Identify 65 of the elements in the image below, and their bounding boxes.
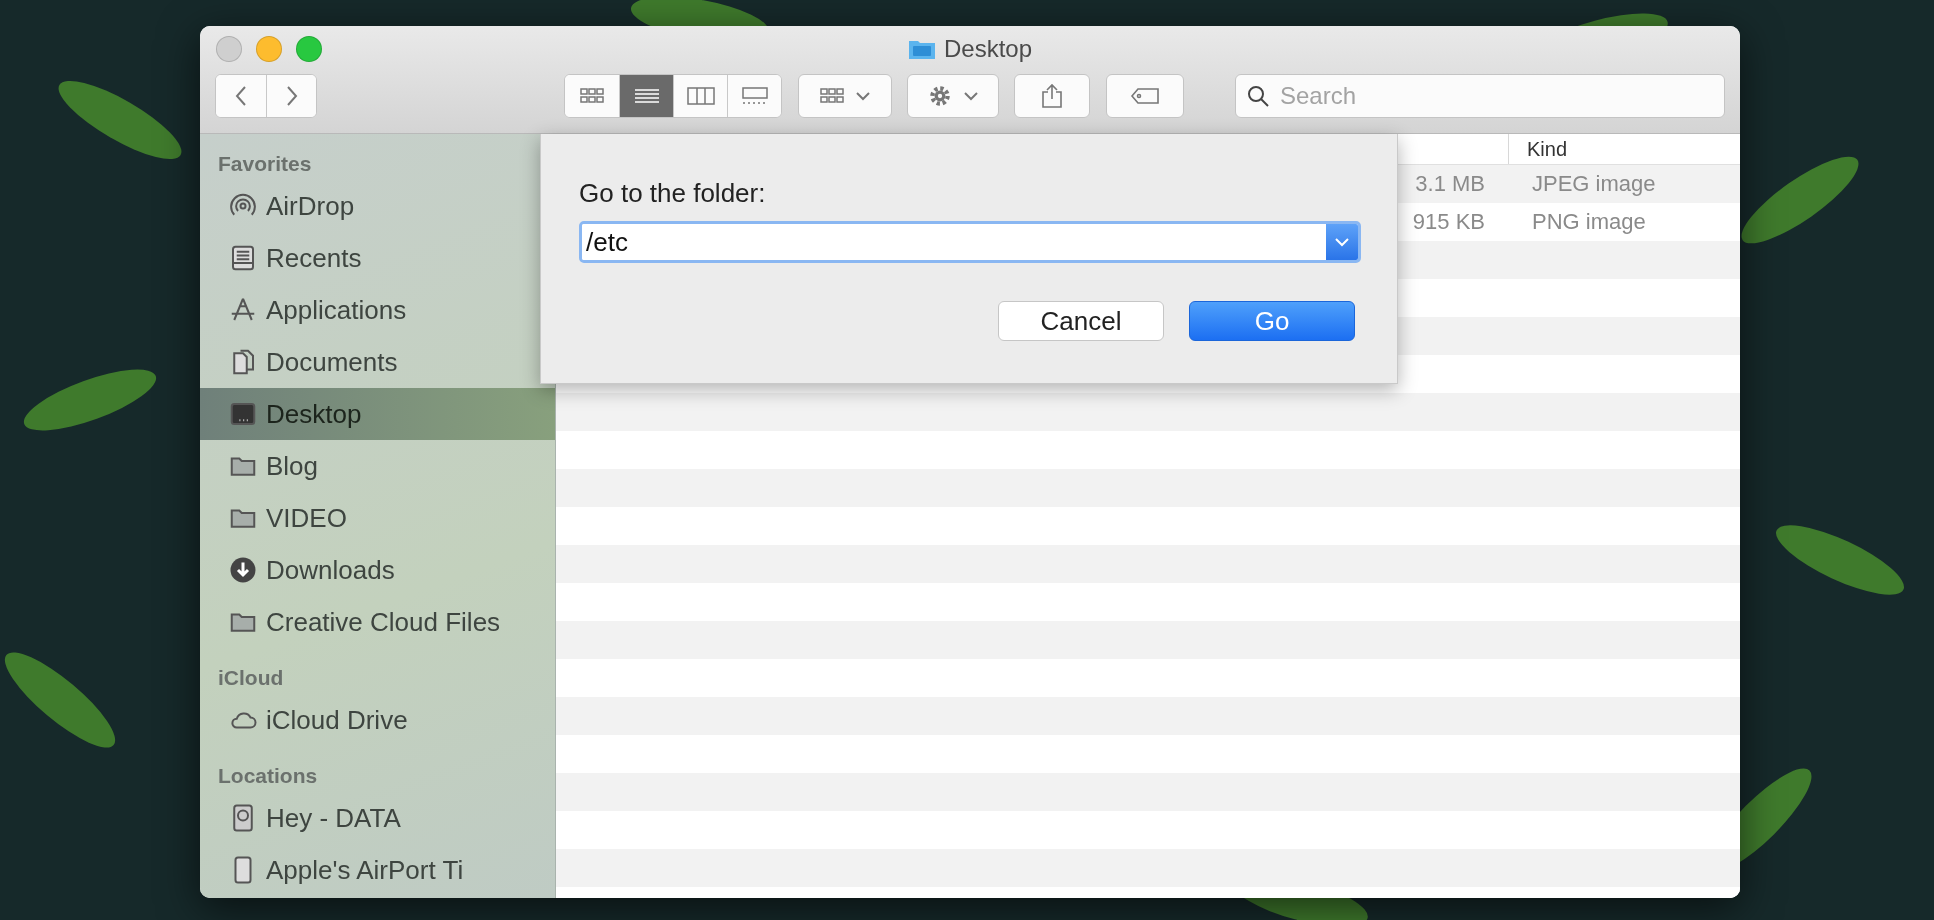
column-view-icon	[685, 86, 716, 106]
kind-cell: PNG image	[1532, 209, 1646, 235]
sidebar-item[interactable]: Recents	[200, 232, 555, 284]
close-button[interactable]	[216, 36, 242, 62]
sidebar-item[interactable]: Desktop	[200, 388, 555, 440]
view-mode-button[interactable]	[727, 75, 781, 117]
sidebar-item[interactable]: Apple's AirPort Ti	[200, 844, 555, 896]
sidebar-item-label: Blog	[266, 450, 319, 482]
sidebar-item-label: Documents	[266, 346, 398, 378]
gear-icon	[927, 83, 953, 109]
sidebar-item-label: Hey - DATA	[266, 802, 401, 834]
share-icon	[1041, 83, 1063, 109]
gallery-view-icon	[739, 86, 770, 106]
sidebar-item[interactable]: Creative Cloud Files	[200, 596, 555, 648]
minimize-button[interactable]	[256, 36, 282, 62]
chevron-left-icon	[235, 85, 247, 107]
sidebar-item[interactable]: VIDEO	[200, 492, 555, 544]
group-button[interactable]	[798, 74, 892, 118]
dropdown-button[interactable]	[1326, 224, 1358, 260]
size-cell: 3.1 MB	[1415, 171, 1485, 196]
sidebar-item-label: Applications	[266, 294, 407, 326]
sidebar-item[interactable]: Blog	[200, 440, 555, 492]
search-icon	[1246, 84, 1270, 108]
sidebar-item-label: Apple's AirPort Ti	[266, 854, 464, 886]
window-title: Desktop	[943, 35, 1032, 63]
download-icon	[228, 555, 258, 585]
sidebar-item[interactable]: Applications	[200, 284, 555, 336]
sidebar-item-label: Recents	[266, 242, 362, 274]
icon-view-icon	[579, 86, 605, 106]
sidebar-section-title: Favorites	[217, 151, 313, 177]
go-button[interactable]: Go	[1189, 301, 1355, 341]
forward-button[interactable]	[266, 75, 316, 117]
search-input[interactable]: Search	[1278, 81, 1724, 111]
chevron-right-icon	[285, 85, 298, 107]
sidebar-section-title: Locations	[217, 763, 319, 789]
sidebar-section-title: iCloud	[217, 665, 285, 691]
list-view-icon	[632, 86, 661, 106]
search-field[interactable]: Search	[1235, 74, 1725, 118]
sidebar-item[interactable]: Hey - DATA	[200, 792, 555, 844]
dialog-label: Go to the folder:	[579, 178, 767, 209]
caret-icon	[855, 91, 871, 101]
share-button[interactable]	[1014, 74, 1090, 118]
sidebar-item[interactable]: Downloads	[200, 544, 555, 596]
column-header[interactable]: Kind	[1508, 134, 1568, 164]
icon-view-icon	[819, 86, 845, 106]
zoom-button[interactable]	[296, 36, 322, 62]
sidebar-item-label: VIDEO	[266, 502, 347, 534]
sidebar-item[interactable]: Documents	[200, 336, 555, 388]
sidebar-item-label: Creative Cloud Files	[266, 606, 501, 638]
size-cell: 915 KB	[1412, 209, 1485, 234]
caret-icon	[963, 91, 979, 101]
sidebar-item-label: AirDrop	[266, 190, 355, 222]
folder-path-field[interactable]: /etc	[579, 221, 1361, 263]
tag-button[interactable]	[1106, 74, 1184, 118]
action-button[interactable]	[907, 74, 999, 118]
kind-cell: JPEG image	[1532, 171, 1656, 197]
tag-icon	[1130, 87, 1160, 105]
view-mode-button[interactable]	[619, 75, 673, 117]
caret-icon	[1334, 237, 1350, 247]
sidebar-item-label: iCloud Drive	[266, 704, 408, 736]
sidebar-item-label: Downloads	[266, 554, 395, 586]
sidebar-item[interactable]: iCloud Drive	[200, 694, 555, 746]
cancel-button[interactable]: Cancel	[998, 301, 1164, 341]
sidebar-item-label: Desktop	[266, 398, 362, 430]
sidebar-item[interactable]: AirDrop	[200, 180, 555, 232]
